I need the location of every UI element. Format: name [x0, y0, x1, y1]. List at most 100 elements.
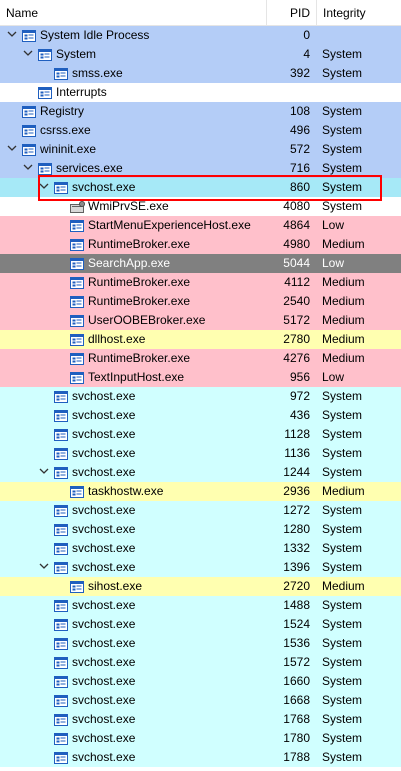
process-pid: 4112 — [284, 275, 310, 289]
process-name: svchost.exe — [72, 560, 136, 574]
process-row[interactable]: RuntimeBroker.exe 4112 Medium — [0, 273, 401, 292]
process-row[interactable]: services.exe 716 System — [0, 159, 401, 178]
process-name: smss.exe — [72, 66, 123, 80]
process-integrity: System — [322, 104, 363, 118]
process-row[interactable]: StartMenuExperienceHost.exe 4864 Low — [0, 216, 401, 235]
process-row[interactable]: RuntimeBroker.exe 4276 Medium — [0, 349, 401, 368]
process-row[interactable]: svchost.exe 1536 System — [0, 634, 401, 653]
process-name: taskhostw.exe — [88, 484, 164, 498]
process-pid: 2780 — [283, 332, 310, 346]
process-row[interactable]: svchost.exe 972 System — [0, 387, 401, 406]
process-window-icon — [54, 504, 68, 517]
process-row[interactable]: svchost.exe 1572 System — [0, 653, 401, 672]
process-integrity: System — [322, 199, 363, 213]
process-row[interactable]: Interrupts — [0, 83, 401, 102]
process-row[interactable]: Registry 108 System — [0, 102, 401, 121]
process-pid: 1244 — [283, 465, 310, 479]
process-row[interactable]: svchost.exe 1280 System — [0, 520, 401, 539]
process-row[interactable]: svchost.exe 1524 System — [0, 615, 401, 634]
column-header-pid[interactable]: PID — [266, 0, 316, 26]
process-name: UserOOBEBroker.exe — [88, 313, 206, 327]
collapse-chevron-icon[interactable] — [36, 558, 52, 577]
process-integrity: System — [322, 522, 363, 536]
process-pid — [266, 83, 310, 102]
process-row[interactable]: dllhost.exe 2780 Medium — [0, 330, 401, 349]
process-pid: 1668 — [283, 693, 310, 707]
process-row[interactable]: SearchApp.exe 5044 Low — [0, 254, 401, 273]
process-row[interactable]: svchost.exe 1660 System — [0, 672, 401, 691]
process-name: svchost.exe — [72, 598, 136, 612]
process-integrity: System — [322, 446, 363, 460]
process-pid: 2540 — [283, 294, 310, 308]
column-header-name[interactable]: Name — [0, 0, 266, 26]
process-name: RuntimeBroker.exe — [88, 351, 191, 365]
process-integrity: Medium — [322, 237, 365, 251]
process-integrity — [322, 83, 401, 102]
process-window-icon — [38, 86, 52, 99]
process-window-icon — [70, 352, 84, 365]
process-row[interactable]: sihost.exe 2720 Medium — [0, 577, 401, 596]
collapse-chevron-icon[interactable] — [4, 26, 20, 45]
process-pid: 4276 — [283, 351, 310, 365]
process-row[interactable]: csrss.exe 496 System — [0, 121, 401, 140]
process-pid: 496 — [289, 123, 310, 137]
process-row[interactable]: svchost.exe 1332 System — [0, 539, 401, 558]
process-row[interactable]: smss.exe 392 System — [0, 64, 401, 83]
collapse-chevron-icon[interactable] — [36, 463, 52, 482]
process-integrity: System — [322, 161, 363, 175]
process-pid: 1536 — [283, 636, 310, 650]
process-row[interactable]: svchost.exe 1128 System — [0, 425, 401, 444]
process-row[interactable]: RuntimeBroker.exe 4980 Medium — [0, 235, 401, 254]
process-window-icon — [54, 656, 68, 669]
process-row[interactable]: svchost.exe 1136 System — [0, 444, 401, 463]
process-row[interactable]: System 4 System — [0, 45, 401, 64]
process-name: svchost.exe — [72, 712, 136, 726]
process-window-icon — [54, 409, 68, 422]
process-name: svchost.exe — [72, 465, 136, 479]
process-integrity: Medium — [322, 579, 365, 593]
process-window-icon — [54, 67, 68, 80]
process-pid: 436 — [289, 408, 310, 422]
process-row[interactable]: svchost.exe 1768 System — [0, 710, 401, 729]
process-row[interactable]: svchost.exe 436 System — [0, 406, 401, 425]
process-name: sihost.exe — [88, 579, 143, 593]
process-name: svchost.exe — [72, 541, 136, 555]
process-window-icon — [70, 371, 84, 384]
process-row[interactable]: svchost.exe 1780 System — [0, 729, 401, 748]
process-pid: 1660 — [283, 674, 310, 688]
process-pid: 1780 — [283, 731, 310, 745]
process-row[interactable]: taskhostw.exe 2936 Medium — [0, 482, 401, 501]
process-integrity: System — [322, 617, 363, 631]
process-row[interactable]: UserOOBEBroker.exe 5172 Medium — [0, 311, 401, 330]
process-row[interactable]: svchost.exe 1668 System — [0, 691, 401, 710]
process-row[interactable]: svchost.exe 1788 System — [0, 748, 401, 767]
process-integrity: System — [322, 560, 363, 574]
process-window-icon — [54, 523, 68, 536]
process-row[interactable]: svchost.exe 1396 System — [0, 558, 401, 577]
process-pid: 2720 — [283, 579, 310, 593]
column-header-integrity[interactable]: Integrity — [316, 0, 401, 26]
process-row[interactable]: svchost.exe 860 System — [0, 178, 401, 197]
process-row[interactable]: svchost.exe 1488 System — [0, 596, 401, 615]
process-pid: 2936 — [283, 484, 310, 498]
process-name: svchost.exe — [72, 731, 136, 745]
process-integrity: System — [322, 503, 363, 517]
collapse-chevron-icon[interactable] — [20, 45, 36, 64]
process-name: TextInputHost.exe — [88, 370, 185, 384]
process-window-icon — [70, 333, 84, 346]
process-row[interactable]: svchost.exe 1244 System — [0, 463, 401, 482]
process-row[interactable]: System Idle Process 0 — [0, 26, 401, 45]
process-name: svchost.exe — [72, 617, 136, 631]
process-row[interactable]: wininit.exe 572 System — [0, 140, 401, 159]
process-tree: System Idle Process 0 System 4 System smss.ex… — [0, 26, 401, 767]
collapse-chevron-icon[interactable] — [20, 159, 36, 178]
process-pid: 572 — [289, 142, 310, 156]
process-row[interactable]: TextInputHost.exe 956 Low — [0, 368, 401, 387]
process-row[interactable]: RuntimeBroker.exe 2540 Medium — [0, 292, 401, 311]
collapse-chevron-icon[interactable] — [36, 178, 52, 197]
collapse-chevron-icon[interactable] — [4, 140, 20, 159]
process-integrity: System — [322, 427, 363, 441]
process-name: dllhost.exe — [88, 332, 146, 346]
process-row[interactable]: WmiPrvSE.exe 4080 System — [0, 197, 401, 216]
process-row[interactable]: svchost.exe 1272 System — [0, 501, 401, 520]
